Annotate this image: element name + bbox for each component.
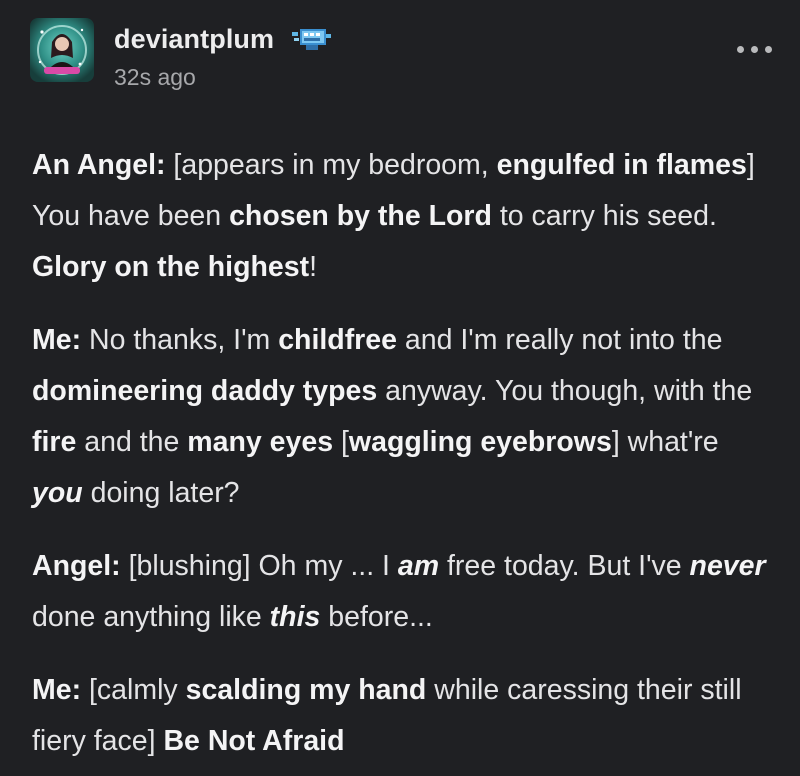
bold-text: fire	[32, 426, 77, 458]
post-header: deviantplum 32s ago	[30, 18, 775, 90]
bold-text: childfree	[278, 324, 397, 356]
username-link[interactable]: deviantplum	[114, 24, 274, 55]
dialogue-paragraph-1: An Angel: [appears in my bedroom, engulf…	[32, 140, 772, 293]
bold-text: many eyes	[187, 426, 334, 458]
text-span: anyway. You though, with the	[377, 375, 753, 407]
bold-text: waggling eyebrows	[348, 426, 612, 458]
pixel-badge-icon	[292, 26, 332, 54]
user-avatar-icon	[30, 18, 94, 82]
text-span: doing later?	[82, 477, 240, 509]
post-body: An Angel: [appears in my bedroom, engulf…	[32, 140, 772, 767]
bold-italic-text: am	[397, 550, 440, 582]
text-span: before...	[320, 601, 433, 633]
speaker-label: Me:	[32, 324, 82, 356]
text-span: [	[333, 426, 349, 458]
speaker-label: Me:	[32, 674, 82, 706]
text-span: and the	[76, 426, 188, 458]
bold-text: scalding my hand	[185, 674, 427, 706]
text-span: No thanks, I'm	[81, 324, 279, 356]
text-span: [appears in my bedroom,	[165, 149, 497, 181]
text-span: to carry his seed.	[491, 200, 717, 232]
text-span: free today. But I've	[439, 550, 690, 582]
text-span: !	[309, 251, 318, 283]
dialogue-paragraph-3: Angel: [blushing] Oh my ... I am free to…	[32, 541, 772, 643]
avatar[interactable]	[30, 18, 94, 82]
bold-italic-text: you	[32, 477, 83, 509]
text-span: [blushing] Oh my ... I	[120, 550, 398, 582]
dialogue-paragraph-4: Me: [calmly scalding my hand while cares…	[32, 665, 772, 767]
ellipsis-icon[interactable]	[735, 40, 775, 60]
bold-text: engulfed in flames	[496, 149, 747, 181]
text-span: done anything like	[32, 601, 270, 633]
bold-text: domineering daddy types	[32, 375, 378, 407]
bold-italic-text: this	[269, 601, 321, 633]
text-span: and I'm really not into the	[396, 324, 723, 356]
bold-text: Glory on the highest	[32, 251, 310, 283]
text-span: [calmly	[81, 674, 186, 706]
bold-italic-text: never	[689, 550, 766, 582]
bold-text: Be Not Afraid	[163, 725, 345, 757]
bold-text: chosen by the Lord	[229, 200, 492, 232]
post-card: deviantplum 32s ago An Angel: [appears i…	[0, 0, 800, 776]
dialogue-paragraph-2: Me: No thanks, I'm childfree and I'm rea…	[32, 315, 772, 519]
post-timestamp: 32s ago	[114, 64, 196, 90]
text-span: ] what're	[611, 426, 719, 458]
speaker-label: Angel:	[32, 550, 121, 582]
speaker-label: An Angel:	[32, 149, 166, 181]
